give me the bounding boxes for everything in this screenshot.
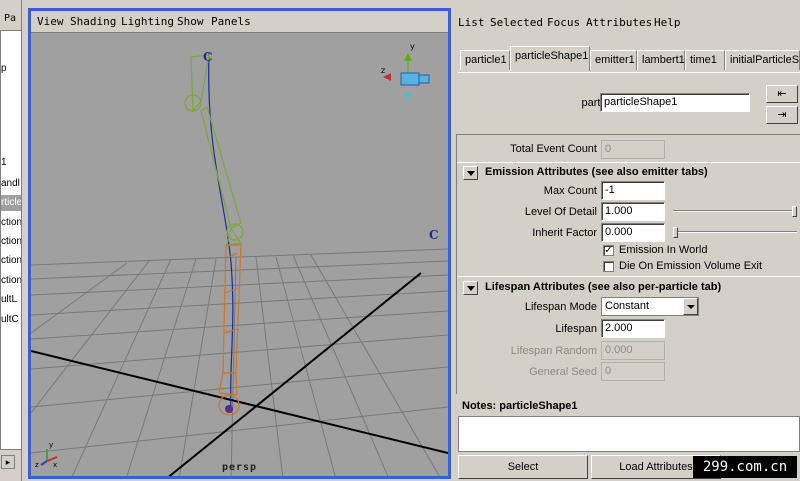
lifespan-random-field: 0.000 (601, 341, 665, 360)
max-count-label: Max Count (543, 185, 597, 197)
menu-focus[interactable]: Focus (547, 16, 580, 29)
particle-curve[interactable] (208, 52, 234, 414)
attribute-editor: List Selected Focus Attributes Help part… (454, 0, 800, 481)
attribute-scroll-area[interactable]: Total Event Count 0 Emission Attributes … (456, 134, 800, 394)
lifespan-mode-dropdown[interactable]: Constant (601, 297, 699, 316)
menu-show[interactable]: Show (177, 15, 204, 28)
lifespan-label: Lifespan (555, 323, 597, 335)
lifespan-mode-label: Lifespan Mode (524, 301, 597, 313)
perspective-viewport[interactable]: View Shading Lighting Show Panels C C z … (28, 8, 451, 479)
select-button[interactable]: Select (458, 455, 588, 479)
outliner-item[interactable]: ction (1, 215, 21, 231)
section-divider (457, 162, 800, 163)
outliner-item[interactable]: ction (1, 234, 21, 250)
dropdown-arrow-icon[interactable] (683, 298, 698, 315)
svg-text:z: z (381, 66, 385, 75)
viewport-canvas[interactable]: C C z y z x y (31, 33, 448, 479)
lifespan-section-title: Lifespan Attributes (see also per-partic… (485, 281, 722, 293)
menu-selected[interactable]: Selected (490, 16, 543, 29)
menu-attributes[interactable]: Attributes (586, 16, 652, 29)
outliner-list: p 1 andl rticle1 ction ction ction ction… (0, 30, 22, 450)
tab-lambert1[interactable]: lambert1 (637, 50, 685, 70)
menu-list[interactable]: List (458, 16, 485, 29)
total-event-count-field: 0 (601, 140, 665, 159)
collapse-triangle-icon[interactable] (463, 281, 478, 295)
svg-text:y: y (410, 42, 415, 51)
node-name-field[interactable]: particleShape1 (600, 93, 750, 112)
tab-initialparticlese[interactable]: initialParticleSE (725, 50, 800, 70)
general-seed-label: General Seed (529, 366, 597, 378)
level-of-detail-slider[interactable] (673, 206, 797, 217)
tab-emitter1[interactable]: emitter1 (590, 50, 637, 70)
outliner-item[interactable]: p (1, 61, 21, 77)
menu-lighting[interactable]: Lighting (121, 15, 174, 28)
collapse-triangle-icon[interactable] (463, 166, 478, 180)
outliner-header: Pa (4, 13, 17, 24)
die-on-exit-label: Die On Emission Volume Exit (619, 260, 763, 272)
inherit-factor-slider[interactable] (673, 227, 797, 238)
slider-track (673, 210, 797, 212)
focus-input-button[interactable]: ⇤ (766, 85, 798, 103)
world-axes (31, 272, 448, 476)
menu-panels[interactable]: Panels (211, 15, 251, 28)
focus-output-button[interactable]: ⇥ (766, 106, 798, 124)
camera-label: persp (221, 462, 258, 473)
menu-shading[interactable]: Shading (70, 15, 116, 28)
notes-textarea[interactable] (458, 416, 800, 452)
site-watermark: 299.com.cn (693, 456, 797, 478)
die-on-exit-checkbox[interactable] (603, 261, 614, 272)
node-tabs: particle1 particleShape1 emitter1 lamber… (458, 46, 800, 72)
outliner-item[interactable]: ultC (1, 312, 21, 328)
general-seed-field: 0 (601, 362, 665, 381)
viewport-menu-bar: View Shading Lighting Show Panels (31, 11, 448, 33)
emission-in-world-checkbox[interactable]: ✓ (603, 245, 614, 256)
slider-thumb[interactable] (792, 206, 797, 217)
level-of-detail-field[interactable]: 1.000 (601, 202, 665, 221)
notes-title: Notes: particleShape1 (462, 400, 578, 412)
curve-marker-right: C (429, 228, 439, 242)
tab-time1[interactable]: time1 (685, 50, 725, 70)
outliner-item[interactable]: ction (1, 253, 21, 269)
slider-thumb[interactable] (673, 227, 678, 238)
svg-text:y: y (49, 441, 53, 449)
outliner-item-selected[interactable]: rticle1 (1, 195, 21, 211)
scroll-right-arrow-icon[interactable]: ▸ (1, 455, 15, 469)
outliner-item[interactable]: ction (1, 273, 21, 289)
outliner-item[interactable]: 1 (1, 155, 21, 171)
tab-particle1[interactable]: particle1 (460, 50, 510, 70)
view-cube-icon[interactable]: z y (381, 42, 430, 101)
lifespan-section-header[interactable]: Lifespan Attributes (see also per-partic… (459, 279, 800, 297)
emission-section-title: Emission Attributes (see also emitter ta… (485, 166, 708, 178)
emission-section-header[interactable]: Emission Attributes (see also emitter ta… (459, 164, 800, 182)
tab-underline (458, 72, 800, 73)
tab-particleshape1[interactable]: particleShape1 (510, 46, 590, 71)
outliner-item[interactable]: ultL (1, 292, 21, 308)
max-count-field[interactable]: -1 (601, 181, 665, 200)
inherit-factor-label: Inherit Factor (532, 227, 597, 239)
emission-in-world-label: Emission In World (619, 244, 708, 256)
origin-point (225, 405, 233, 413)
level-of-detail-label: Level Of Detail (524, 206, 597, 218)
lifespan-mode-value: Constant (605, 300, 650, 312)
outliner-panel: Pa p 1 andl rticle1 ction ction ction ct… (0, 0, 22, 481)
outliner-item[interactable]: andl (1, 176, 21, 192)
menu-view[interactable]: View (37, 15, 64, 28)
total-event-count-label: Total Event Count (510, 143, 597, 155)
menu-help[interactable]: Help (654, 16, 681, 29)
curve-marker-top: C (203, 50, 213, 64)
inherit-factor-field[interactable]: 0.000 (601, 223, 665, 242)
section-divider (457, 276, 800, 277)
lifespan-field[interactable]: 2.000 (601, 319, 665, 338)
slider-track (673, 231, 797, 233)
lifespan-random-label: Lifespan Random (510, 345, 597, 357)
